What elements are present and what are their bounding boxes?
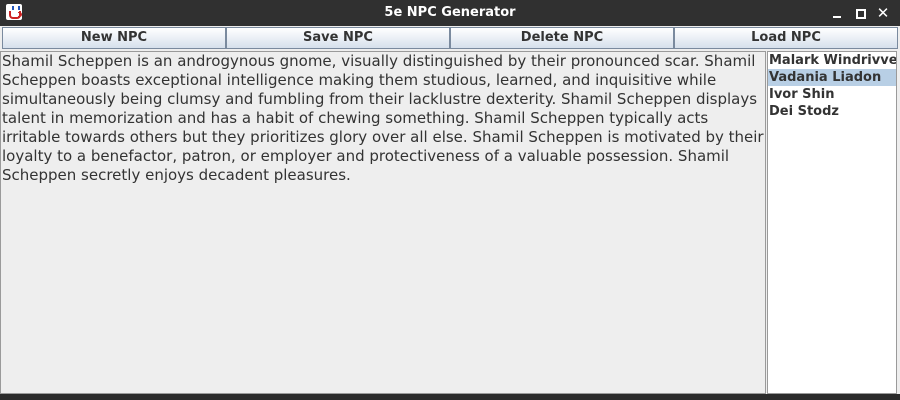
npc-list[interactable]: Malark Windrivver Vadania Liadon Ivor Sh… [767,51,897,394]
window-title: 5e NPC Generator [384,5,516,20]
title-bar[interactable]: 5e NPC Generator ✕ [0,0,900,26]
npc-list-item-selected[interactable]: Vadania Liadon [768,69,896,86]
npc-list-item[interactable]: Dei Stodz [768,103,896,120]
minimize-icon[interactable] [829,5,845,21]
app-window: 5e NPC Generator ✕ New NPC Save NPC Dele… [0,0,900,400]
window-bottom-border [0,394,900,400]
delete-npc-button[interactable]: Delete NPC [450,27,674,49]
save-npc-button[interactable]: Save NPC [226,27,450,49]
npc-list-item[interactable]: Ivor Shin [768,86,896,103]
close-icon[interactable]: ✕ [875,5,891,21]
npc-list-item[interactable]: Malark Windrivver [768,52,896,69]
load-npc-button[interactable]: Load NPC [674,27,898,49]
npc-description-textarea[interactable]: Shamil Scheppen is an androgynous gnome,… [0,51,766,394]
maximize-icon[interactable] [852,5,868,21]
new-npc-button[interactable]: New NPC [2,27,226,49]
toolbar: New NPC Save NPC Delete NPC Load NPC [0,26,900,50]
